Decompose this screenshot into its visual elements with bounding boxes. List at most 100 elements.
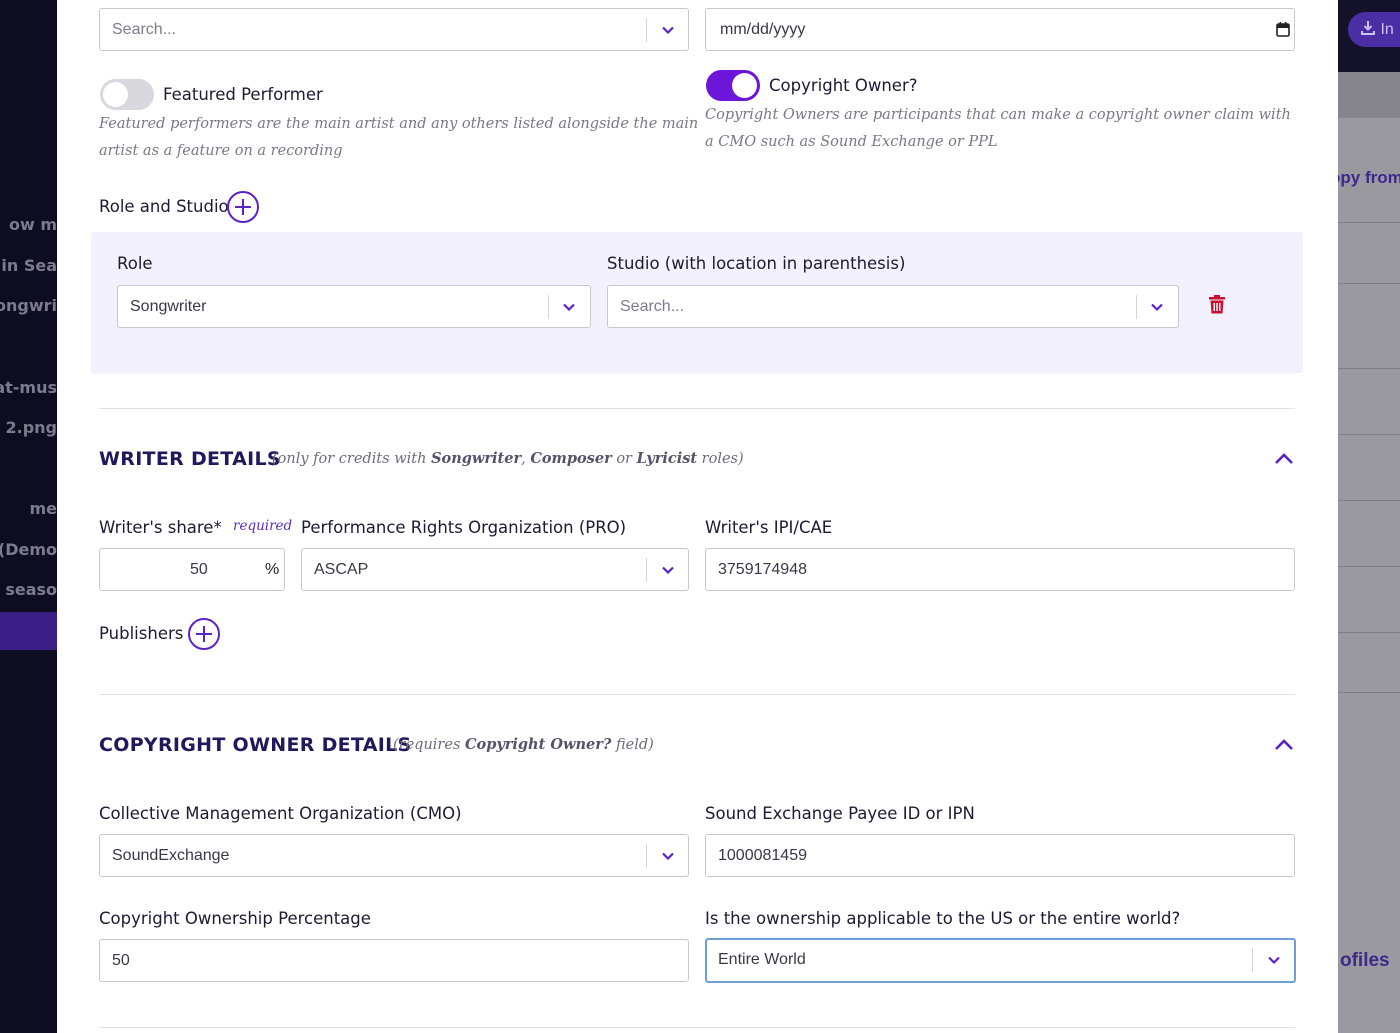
pro-value: ASCAP	[314, 561, 369, 578]
background-content: In opy from ofiles	[1338, 0, 1400, 1033]
performer-search-select[interactable]: Search...	[99, 8, 689, 51]
background-divider	[1338, 368, 1400, 369]
featured-performer-toggle[interactable]	[100, 79, 154, 110]
studio-search-select[interactable]: Search...	[607, 285, 1179, 328]
chevron-down-icon[interactable]	[1149, 299, 1165, 315]
background-panel	[1338, 118, 1400, 1033]
role-select[interactable]: Songwriter	[117, 285, 591, 328]
section-divider	[99, 1027, 1295, 1028]
section-divider	[99, 408, 1295, 409]
select-separator	[1252, 948, 1253, 972]
background-copy-link: opy from	[1338, 168, 1400, 187]
writer-details-title: WRITER DETAILS	[99, 448, 281, 470]
payee-value: 1000081459	[718, 847, 807, 864]
note-field-name: Copyright Owner?	[465, 736, 612, 753]
note-text: field)	[611, 737, 654, 753]
chevron-down-icon[interactable]	[561, 299, 577, 315]
chevron-down-icon[interactable]	[660, 848, 676, 864]
background-list-item: t in Sea	[0, 256, 57, 275]
copyright-owner-toggle[interactable]	[706, 70, 760, 101]
note-role-songwriter: Songwriter	[431, 450, 522, 467]
publishers-label: Publishers	[99, 624, 184, 643]
background-divider	[1338, 283, 1400, 284]
chevron-down-icon[interactable]	[1266, 952, 1282, 968]
ipi-input[interactable]: 3759174948	[705, 548, 1295, 591]
background-divider	[1338, 632, 1400, 633]
background-list-item: eat-mus	[0, 378, 57, 397]
trash-icon[interactable]	[1209, 295, 1225, 314]
studio-placeholder: Search...	[620, 298, 685, 315]
note-role-lyricist: Lyricist	[636, 450, 698, 467]
background-list-item: 2.png	[5, 418, 57, 437]
background-topbar: In	[1338, 0, 1400, 72]
cmo-label: Collective Management Organization (CMO)	[99, 804, 462, 823]
payee-id-input[interactable]: 1000081459	[705, 834, 1295, 877]
role-studio-panel: Role Studio (with location in parenthesi…	[91, 232, 1303, 373]
background-sidebar: ow m t in Sea Songwri eat-mus 2.png me s…	[0, 0, 57, 1033]
chevron-up-icon[interactable]	[1274, 736, 1294, 752]
download-icon	[1361, 21, 1375, 35]
background-divider	[1338, 566, 1400, 567]
pro-label: Performance Rights Organization (PRO)	[301, 518, 627, 537]
background-list-item: Songwri	[0, 296, 57, 315]
background-list-item: me	[29, 499, 57, 518]
payee-label: Sound Exchange Payee ID or IPN	[705, 804, 975, 823]
writers-share-input[interactable]: 50 %	[99, 548, 285, 591]
note-text: ,	[521, 451, 531, 467]
select-separator	[548, 295, 549, 319]
ipi-value: 3759174948	[718, 561, 807, 578]
chevron-down-icon[interactable]	[660, 22, 676, 38]
date-placeholder: mm/dd/yyyy	[720, 21, 806, 38]
select-separator	[646, 558, 647, 582]
edit-credit-modal: Search... mm/dd/yyyy Featured Performer …	[57, 0, 1338, 1033]
required-badge: required	[233, 518, 293, 534]
background-list-item: s (Demo	[0, 540, 57, 559]
writers-share-value: 50	[190, 561, 208, 578]
note-role-composer: Composer	[530, 450, 612, 467]
section-divider	[99, 694, 1295, 695]
chevron-down-icon[interactable]	[660, 562, 676, 578]
writer-details-note: (only for credits with Songwriter, Compo…	[272, 450, 744, 467]
background-divider	[1338, 500, 1400, 501]
featured-performer-label: Featured Performer	[163, 85, 323, 104]
plus-icon	[196, 626, 212, 642]
calendar-icon[interactable]	[1276, 22, 1290, 37]
plus-icon	[235, 199, 251, 215]
note-text: (requires	[393, 737, 465, 753]
copyright-details-note: (requires Copyright Owner? field)	[393, 736, 654, 753]
background-import-button: In	[1348, 12, 1400, 47]
role-value: Songwriter	[130, 298, 207, 315]
select-separator	[646, 18, 647, 42]
role-studio-heading: Role and Studio	[99, 197, 229, 216]
background-divider	[1338, 692, 1400, 693]
territory-select[interactable]: Entire World	[705, 938, 1296, 983]
territory-label: Is the ownership applicable to the US or…	[705, 909, 1181, 928]
territory-value: Entire World	[718, 951, 806, 968]
date-input[interactable]: mm/dd/yyyy	[705, 8, 1295, 51]
add-role-button[interactable]	[227, 191, 259, 223]
add-publisher-button[interactable]	[188, 618, 220, 650]
role-label: Role	[117, 254, 153, 273]
select-separator	[1136, 295, 1137, 319]
background-import-label: In	[1380, 21, 1394, 38]
note-text: or	[611, 451, 637, 467]
note-text: (only for credits with	[272, 451, 432, 467]
background-divider	[1338, 222, 1400, 223]
ownership-percentage-value: 50	[112, 952, 130, 969]
pro-select[interactable]: ASCAP	[301, 548, 689, 591]
toggle-knob	[103, 82, 128, 107]
ipi-label: Writer's IPI/CAE	[705, 518, 833, 537]
chevron-up-icon[interactable]	[1274, 450, 1294, 466]
writers-share-label: Writer's share*	[99, 518, 222, 537]
ownership-percentage-input[interactable]: 50	[99, 939, 689, 982]
cmo-select[interactable]: SoundExchange	[99, 834, 689, 877]
search-placeholder: Search...	[112, 21, 177, 38]
background-divider	[1338, 434, 1400, 435]
background-selected-item	[0, 612, 57, 650]
copyright-owner-help: Copyright Owners are participants that c…	[705, 107, 1291, 150]
background-list-item: he seaso	[0, 580, 57, 599]
copyright-owner-label: Copyright Owner?	[769, 76, 918, 95]
percent-unit: %	[265, 561, 280, 578]
ownership-percentage-label: Copyright Ownership Percentage	[99, 909, 371, 928]
cmo-value: SoundExchange	[112, 847, 230, 864]
